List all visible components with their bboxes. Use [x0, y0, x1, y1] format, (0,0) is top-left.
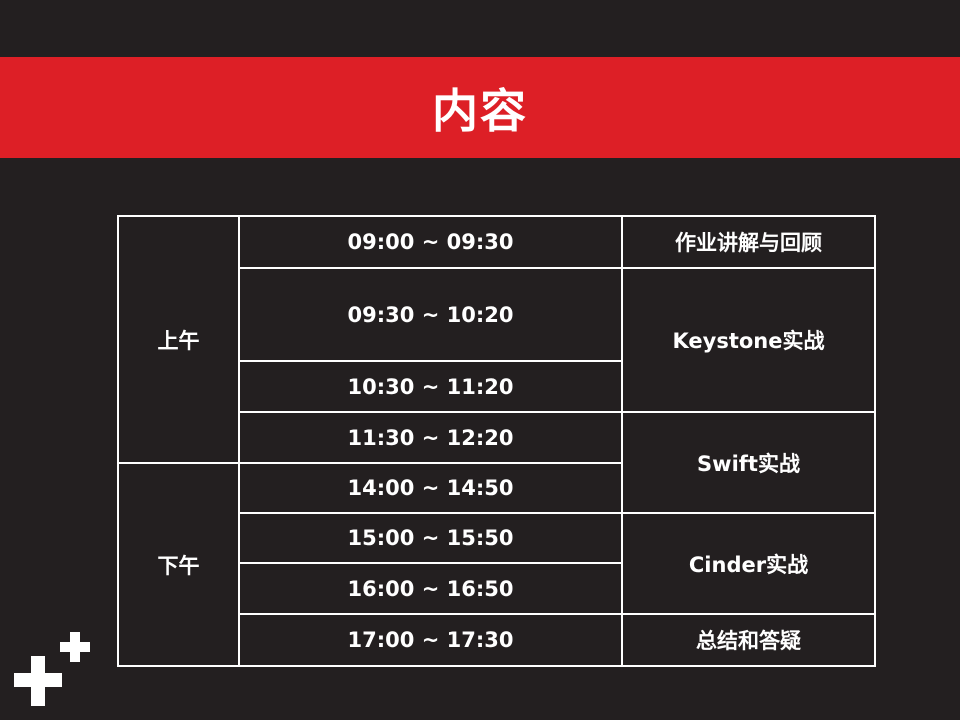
- schedule-table: 上午 09:00 ~ 09:30 作业讲解与回顾 09:30 ~ 10:20 K…: [117, 215, 876, 667]
- table-row: 上午 09:00 ~ 09:30 作业讲解与回顾: [117, 215, 876, 464]
- topic-cell: Keystone实战: [621, 267, 876, 413]
- time-cell: 11:30 ~ 12:20: [238, 411, 623, 464]
- period-morning-cell: 上午: [117, 215, 240, 464]
- topic-cell: Cinder实战: [621, 512, 876, 615]
- header-bar: 内容: [0, 57, 960, 158]
- topic-cell: 作业讲解与回顾: [621, 215, 876, 269]
- slide: 内容 上午 09:00 ~ 09:30 作业讲解与回顾 09:30 ~ 10:2…: [0, 0, 960, 720]
- topic-cell: 总结和答疑: [621, 613, 876, 667]
- plus-plus-logo-icon: [14, 632, 90, 706]
- time-cell: 15:00 ~ 15:50: [238, 512, 623, 564]
- page-title: 内容: [432, 83, 528, 138]
- time-cell: 09:30 ~ 10:20: [238, 267, 623, 362]
- time-cell: 10:30 ~ 11:20: [238, 360, 623, 413]
- time-cell: 16:00 ~ 16:50: [238, 562, 623, 615]
- time-cell: 17:00 ~ 17:30: [238, 613, 623, 667]
- time-cell: 14:00 ~ 14:50: [238, 462, 623, 514]
- time-cell: 09:00 ~ 09:30: [238, 215, 623, 269]
- period-afternoon-cell: 下午: [117, 462, 240, 667]
- topic-cell: Swift实战: [621, 411, 876, 514]
